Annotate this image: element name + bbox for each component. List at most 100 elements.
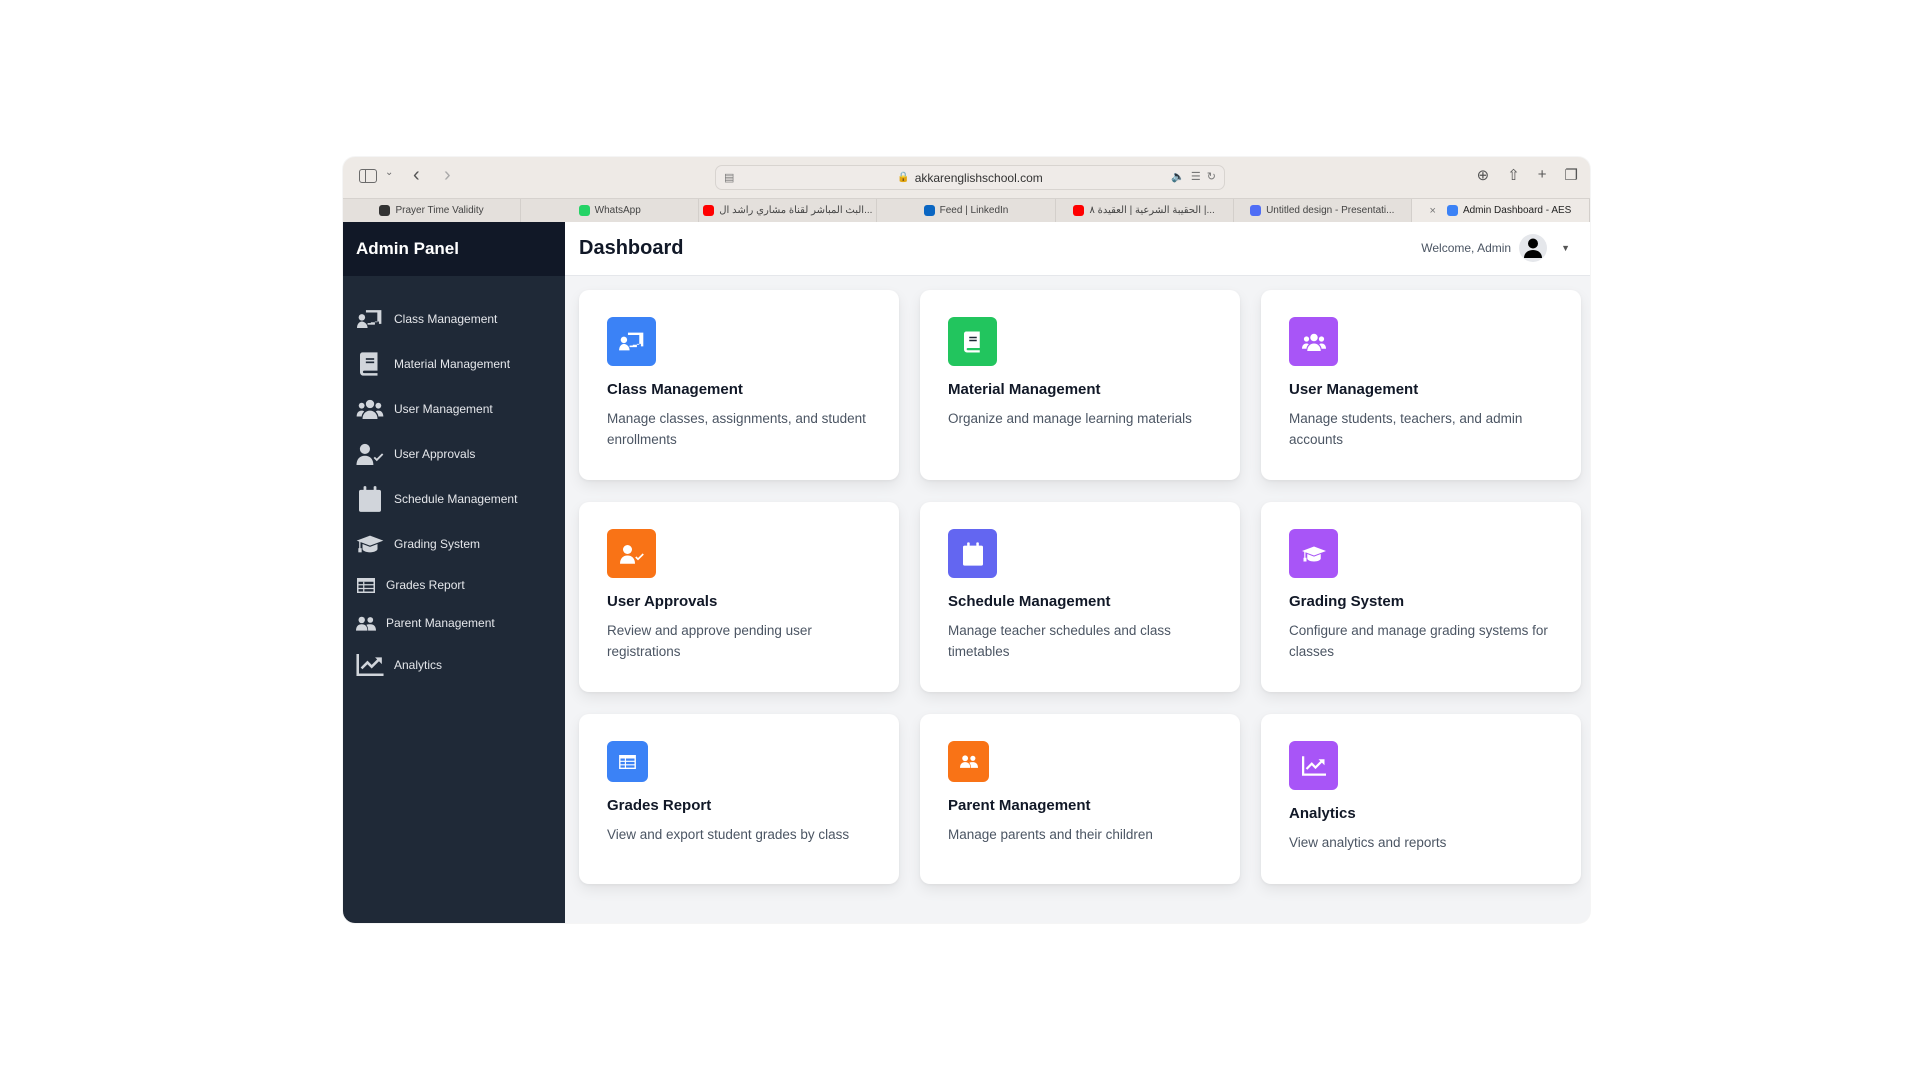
user-icon	[1524, 238, 1543, 258]
openai-icon	[379, 205, 391, 216]
card-schedule-management[interactable]: Schedule Management Manage teacher sched…	[920, 502, 1240, 692]
page-menu-icon[interactable]: ▤	[724, 171, 734, 184]
user-check-icon	[356, 442, 384, 466]
card-title: Parent Management	[948, 797, 1091, 814]
card-description: Review and approve pending user registra…	[607, 623, 812, 659]
tab-label: Admin Dashboard - AES	[1462, 205, 1572, 216]
card-user-management[interactable]: User Management Manage students, teacher…	[1261, 290, 1581, 480]
book-icon	[356, 352, 384, 376]
sidebar-item-grading-system[interactable]: Grading System	[343, 521, 565, 566]
sidebar-item-parent-management[interactable]: Parent Management	[343, 604, 565, 642]
card-grades-report[interactable]: Grades Report View and export student gr…	[579, 714, 899, 884]
sidebar-item-user-management[interactable]: User Management	[343, 386, 565, 431]
user-friends-icon	[948, 741, 989, 782]
youtube-icon	[1073, 205, 1085, 216]
browser-window: ⌄ ‹ › ▤ 🔒 akkarenglishschool.com 🔈 ☰ ↻ ⊕…	[343, 157, 1590, 923]
youtube-icon	[703, 205, 715, 216]
avatar[interactable]	[1519, 234, 1548, 262]
whatsapp-icon	[578, 205, 590, 216]
table-icon	[356, 573, 376, 597]
card-description: View analytics and reports	[1289, 835, 1447, 850]
sidebar-item-label: User Management	[394, 401, 493, 416]
chalkboard-teacher-icon	[607, 317, 656, 366]
welcome-text: Welcome, Admin	[1421, 241, 1512, 255]
sidebar-header: Admin Panel	[343, 222, 565, 276]
sidebar-item-user-approvals[interactable]: User Approvals	[343, 431, 565, 476]
speaker-icon[interactable]: 🔈	[1171, 170, 1185, 183]
reload-icon[interactable]: ↻	[1207, 170, 1216, 183]
sidebar-item-label: Class Management	[394, 311, 498, 326]
browser-tab[interactable]: Feed | LinkedIn	[877, 199, 1056, 222]
translate-icon[interactable]: ☰	[1191, 170, 1201, 183]
card-title: Analytics	[1289, 805, 1356, 822]
sidebar-title: Admin Panel	[356, 239, 459, 258]
card-title: Grading System	[1289, 593, 1405, 610]
sidebar-item-label: Grading System	[394, 536, 481, 551]
user-friends-icon	[356, 611, 376, 635]
users-icon	[356, 397, 384, 421]
sidebar-item-analytics[interactable]: Analytics	[343, 642, 565, 687]
browser-tab[interactable]: × Admin Dashboard - AES	[1411, 199, 1590, 222]
tab-label: البث المباشر لقناة مشاري راشد ال...	[719, 205, 873, 216]
sidebar-item-label: Analytics	[394, 657, 443, 672]
url-text: akkarenglishschool.com	[914, 170, 1043, 185]
card-grading-system[interactable]: Grading System Configure and manage grad…	[1261, 502, 1581, 692]
card-description: View and export student grades by class	[607, 827, 850, 842]
lock-icon: 🔒	[897, 172, 910, 183]
card-description: Manage students, teachers, and admin acc…	[1289, 411, 1523, 447]
card-description: Configure and manage grading systems for…	[1289, 623, 1548, 659]
sidebar-item-label: Parent Management	[386, 616, 495, 630]
card-title: Material Management	[948, 381, 1101, 398]
linkedin-icon	[923, 205, 935, 216]
share-icon[interactable]: ⇧	[1507, 166, 1520, 184]
chalkboard-teacher-icon	[356, 307, 384, 331]
card-material-management[interactable]: Material Management Organize and manage …	[920, 290, 1240, 480]
card-analytics[interactable]: Analytics View analytics and reports	[1261, 714, 1581, 884]
browser-tab[interactable]: البث المباشر لقناة مشاري راشد ال...	[699, 199, 878, 222]
download-icon[interactable]: ⊕	[1477, 166, 1490, 184]
canva-icon	[1250, 205, 1262, 216]
sidebar-nav: Class Management Material Management Use…	[343, 276, 565, 687]
browser-tab[interactable]: Untitled design - Presentati...	[1234, 199, 1412, 222]
card-description: Organize and manage learning materials	[948, 411, 1192, 426]
forward-arrow-icon[interactable]: ›	[444, 164, 451, 187]
chevron-down-icon[interactable]: ⌄	[385, 167, 393, 178]
card-title: Grades Report	[607, 797, 712, 814]
sidebar: Admin Panel Class Management Material Ma…	[343, 222, 565, 923]
sidebar-item-material-management[interactable]: Material Management	[343, 341, 565, 386]
browser-tab[interactable]: Prayer Time Validity	[343, 199, 522, 222]
chart-line-icon	[1289, 741, 1338, 790]
school-logo-icon	[1446, 205, 1458, 216]
address-bar[interactable]: ▤ 🔒 akkarenglishschool.com 🔈 ☰ ↻	[715, 165, 1225, 190]
card-title: User Management	[1289, 381, 1419, 398]
book-icon	[948, 317, 997, 366]
browser-tab[interactable]: الحقيبة الشرعية | العقيدة ٨ |...	[1056, 199, 1234, 222]
card-class-management[interactable]: Class Management Manage classes, assignm…	[579, 290, 899, 480]
card-user-approvals[interactable]: User Approvals Review and approve pendin…	[579, 502, 899, 692]
table-icon	[607, 741, 648, 782]
new-tab-icon[interactable]: +	[1538, 166, 1547, 184]
sidebar-item-schedule-management[interactable]: Schedule Management	[343, 476, 565, 521]
caret-down-icon[interactable]: ▼	[1561, 243, 1570, 253]
back-arrow-icon[interactable]: ‹	[413, 164, 420, 187]
calendar-icon	[356, 487, 384, 511]
user-menu[interactable]: Welcome, Admin ▼	[1421, 234, 1570, 262]
sidebar-item-label: Schedule Management	[394, 491, 518, 506]
close-tab-icon[interactable]: ×	[1430, 205, 1436, 217]
sidebar-item-class-management[interactable]: Class Management	[343, 296, 565, 341]
tab-label: Feed | LinkedIn	[939, 205, 1009, 216]
tab-label: Prayer Time Validity	[395, 205, 484, 216]
graduation-cap-icon	[356, 532, 384, 556]
card-title: User Approvals	[607, 593, 718, 610]
main-content: Dashboard Welcome, Admin ▼ Class Managem…	[565, 222, 1590, 923]
card-description: Manage parents and their children	[948, 827, 1153, 842]
page-title: Dashboard	[579, 237, 684, 259]
tab-overview-icon[interactable]: ❐	[1565, 166, 1578, 184]
user-check-icon	[607, 529, 656, 578]
browser-tab[interactable]: WhatsApp	[521, 199, 700, 222]
sidebar-toggle-icon[interactable]	[359, 169, 377, 183]
card-parent-management[interactable]: Parent Management Manage parents and the…	[920, 714, 1240, 884]
sidebar-item-grades-report[interactable]: Grades Report	[343, 566, 565, 604]
sidebar-item-label: User Approvals	[394, 446, 476, 461]
card-description: Manage teacher schedules and class timet…	[948, 623, 1171, 659]
